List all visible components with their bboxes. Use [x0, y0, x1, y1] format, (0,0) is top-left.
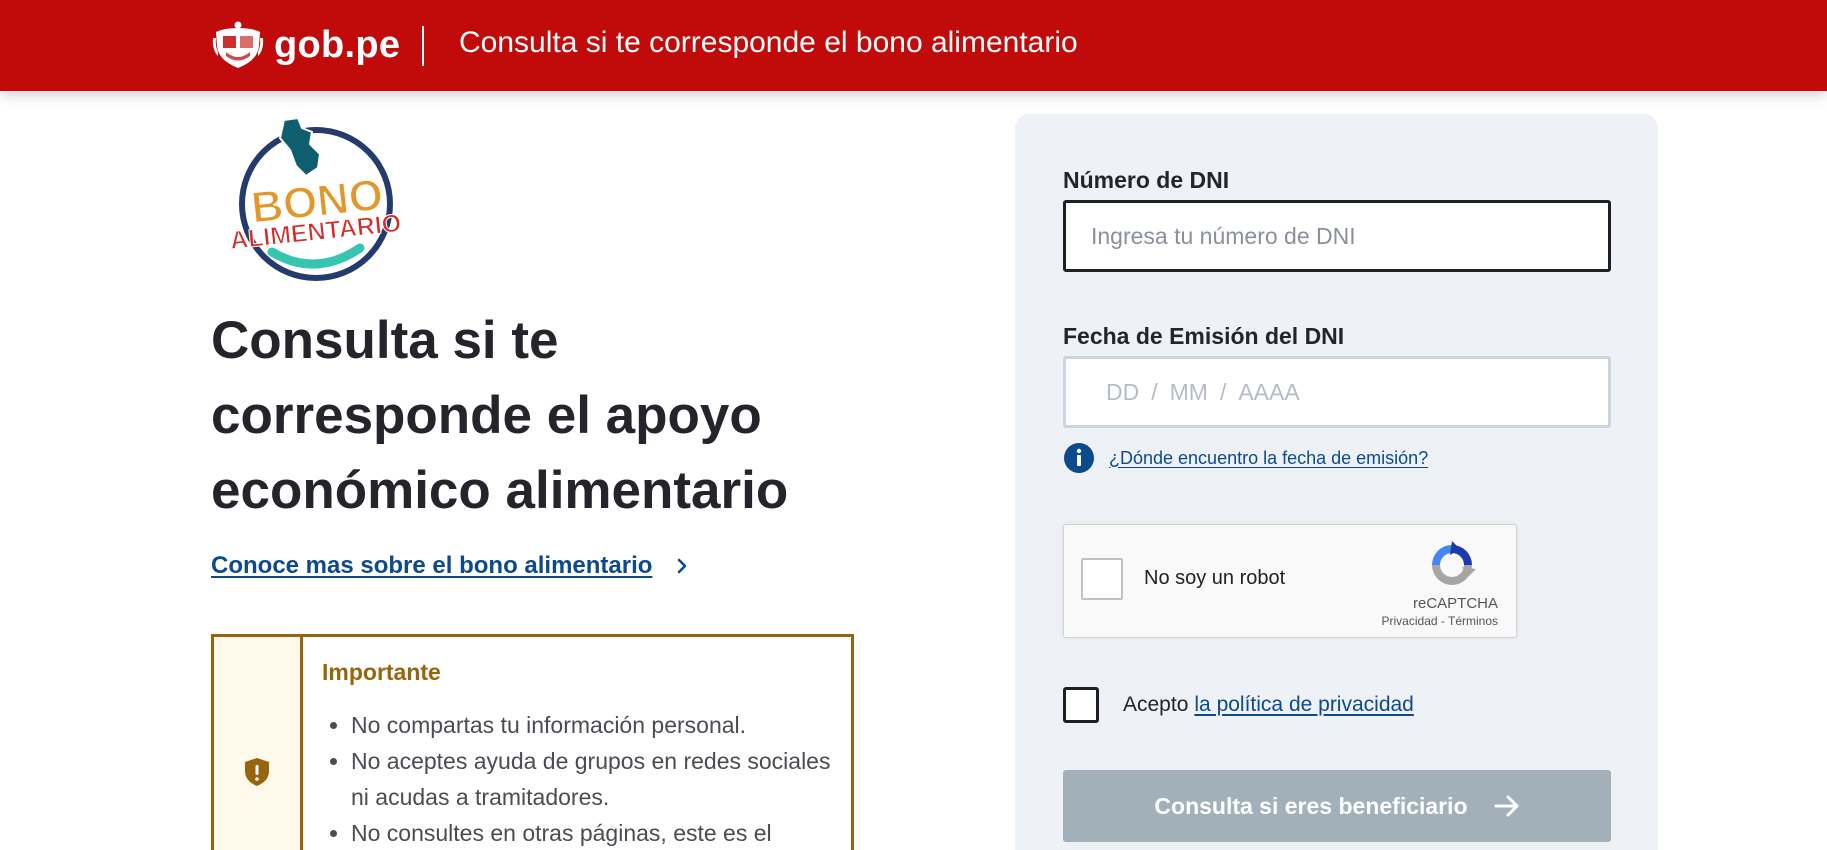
- privacy-acceptance: Acepto la política de privacidad: [1063, 687, 1414, 723]
- info-icon: [1064, 443, 1094, 473]
- top-bar: gob.pe Consulta si te corresponde el bon…: [0, 0, 1827, 91]
- peru-coat-of-arms-icon: [212, 21, 264, 68]
- recaptcha-brand: reCAPTCHA: [1412, 595, 1498, 612]
- chevron-right-icon: [678, 558, 687, 574]
- submit-button-label: Consulta si eres beneficiario: [1154, 792, 1468, 819]
- alert-item: No consultes en otras páginas, este es e…: [351, 815, 841, 850]
- issue-date-help-link[interactable]: ¿Dónde encuentro la fecha de emisión?: [1109, 448, 1428, 469]
- dni-input[interactable]: [1063, 200, 1611, 272]
- alert-list: No compartas tu información personal. No…: [351, 707, 841, 850]
- dni-label: Número de DNI: [1063, 167, 1230, 193]
- date-day-placeholder: DD: [1106, 378, 1140, 405]
- issue-date-input[interactable]: DD / MM / AAAA: [1063, 356, 1611, 428]
- date-separator: /: [1219, 378, 1227, 405]
- privacy-policy-link[interactable]: la política de privacidad: [1194, 693, 1413, 717]
- alert-item: No aceptes ayuda de grupos en redes soci…: [351, 743, 841, 815]
- header-title: Consulta si te corresponde el bono alime…: [459, 26, 1078, 59]
- issue-date-help: ¿Dónde encuentro la fecha de emisión?: [1063, 442, 1428, 474]
- recaptcha-checkbox[interactable]: [1081, 558, 1123, 600]
- brand-name: gob.pe: [274, 24, 401, 66]
- brand[interactable]: gob.pe: [212, 0, 425, 91]
- privacy-accept-text: Acepto: [1123, 693, 1189, 716]
- bono-alimentario-logo: BONO ALIMENTARIO: [226, 110, 406, 290]
- bono-alimentario-logo-icon: BONO ALIMENTARIO: [228, 116, 403, 281]
- important-alert: Importante No compartas tu información p…: [211, 634, 854, 850]
- date-year-placeholder: AAAA: [1238, 378, 1300, 405]
- privacy-checkbox[interactable]: [1063, 687, 1099, 723]
- more-info-link-label: Conoce mas sobre el bono alimentario: [211, 552, 653, 579]
- recaptcha-widget: No soy un robot reCAPTCHA Privacidad - T…: [1063, 524, 1517, 638]
- recaptcha-label: No soy un robot: [1144, 567, 1286, 589]
- date-separator: /: [1151, 378, 1158, 405]
- shield-warning-icon: [245, 758, 269, 786]
- arrow-right-icon: [1494, 795, 1519, 817]
- alert-item: No compartas tu información personal.: [351, 707, 841, 743]
- header-divider: [422, 25, 425, 66]
- consultation-form: Número de DNI Fecha de Emisión del DNI D…: [1015, 114, 1658, 850]
- alert-title: Importante: [322, 659, 441, 685]
- submit-button[interactable]: Consulta si eres beneficiario: [1063, 770, 1611, 842]
- recaptcha-terms-link[interactable]: Privacidad - Términos: [1382, 614, 1498, 628]
- more-info-link[interactable]: Conoce mas sobre el bono alimentario: [211, 552, 690, 580]
- alert-side-band: [214, 637, 303, 850]
- issue-date-label: Fecha de Emisión del DNI: [1063, 323, 1345, 349]
- page-title: Consulta si te corresponde el apoyo econ…: [211, 311, 789, 520]
- date-month-placeholder: MM: [1169, 378, 1208, 405]
- recaptcha-logo-icon: [1432, 541, 1476, 585]
